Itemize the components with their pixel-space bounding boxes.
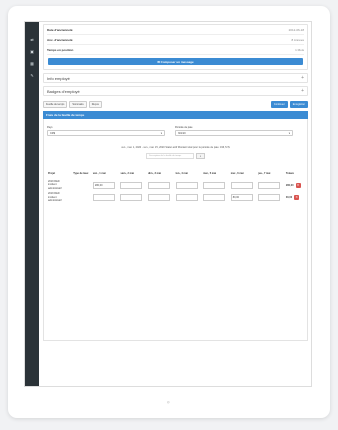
hours-input[interactable] [148, 181, 171, 189]
column-header: lun., 4 mai [175, 172, 188, 175]
timesheet-table: Projet Type de taux ven., 1 mai sam., 2 … [47, 171, 304, 203]
employee-info-card: Date d'ancienneté 2012-06-18 Anc. d'anci… [43, 24, 308, 70]
year-label: Pays [47, 126, 53, 129]
expand-plus-icon[interactable]: + [301, 75, 304, 81]
table-row: 2019 R&D incident administratif 80,00 30… [47, 191, 304, 203]
app-screen: ⇄ ▣ ▦ ✎ Date d'ancienneté 2012-06-18 Anc… [24, 21, 312, 387]
timesheet-toolbar: Feuille de temps Sommaire Reçus Continue… [43, 101, 308, 108]
column-header: mer., 6 mai [230, 172, 244, 175]
hours-input[interactable] [175, 193, 198, 201]
period-label: Période de paie [175, 126, 193, 129]
hours-input[interactable] [258, 193, 281, 201]
hours-input[interactable]: 80,00 [230, 193, 253, 201]
close-icon: ✕ [295, 195, 298, 200]
compose-message-button[interactable]: ✉ Composer un message [48, 58, 303, 65]
delete-row-button[interactable]: ✕ [295, 182, 301, 188]
wrench-icon[interactable]: ✎ [30, 74, 33, 78]
info-value: 1 Mois [295, 47, 304, 52]
close-icon: ✕ [296, 183, 300, 188]
info-label: Anc. d'ancienneté [47, 37, 73, 42]
timesheet-body: Pays CR$ ▾ Période de paie 301/20 ▾ ven.… [43, 119, 308, 341]
hours-input[interactable] [92, 193, 115, 201]
calendar-icon[interactable]: ▦ [30, 62, 34, 66]
column-header: Totaux [285, 172, 294, 175]
column-header: ven., 1 mai [92, 172, 106, 175]
hours-input[interactable] [175, 181, 198, 189]
status-text: ven., mai. 1, 2020 - ven., mai. 15, 2020… [121, 146, 230, 149]
panel-title: Info employé [47, 75, 70, 81]
main-content: Date d'ancienneté 2012-06-18 Anc. d'anci… [39, 22, 311, 386]
chevron-down-icon: ▾ [160, 131, 162, 135]
hours-input[interactable] [148, 193, 171, 201]
hours-input[interactable]: 280,00 [92, 181, 115, 189]
timesheet-header: Frais de la feuille de temps [43, 111, 308, 119]
home-button-icon: ◎ [167, 400, 170, 404]
lock-icon[interactable]: ▣ [30, 50, 34, 54]
column-header: Projet [48, 172, 56, 175]
column-header: jeu., 7 mai [258, 172, 271, 175]
hours-input[interactable] [203, 181, 226, 189]
chevron-down-icon: ▾ [288, 131, 290, 135]
receipts-tab-button[interactable]: Reçus [88, 101, 102, 108]
panel-title: Badges d'employé [47, 88, 80, 94]
period-value: 301/20 [178, 131, 186, 135]
column-header: sam., 2 mai [120, 172, 134, 175]
info-value: 2012-06-18 [288, 27, 304, 32]
continue-button[interactable]: Continuer [270, 101, 288, 108]
column-header: dim., 3 mai [148, 172, 161, 175]
info-label: Date d'ancienneté [47, 27, 73, 32]
row-total: 280,00 [285, 183, 294, 187]
info-value: 8 Années [291, 37, 304, 42]
hours-input[interactable] [120, 193, 143, 201]
year-value: CR$ [50, 131, 56, 135]
timesheet-tab-button[interactable]: Feuille de temps [43, 101, 68, 108]
column-header: Type de taux [73, 172, 89, 175]
info-row: Anc. d'ancienneté 8 Années [47, 35, 304, 45]
sidebar: ⇄ ▣ ▦ ✎ [25, 22, 39, 386]
save-button[interactable]: Enregistrer [289, 101, 308, 108]
info-label: Temps en position [47, 47, 74, 52]
save-description-button[interactable]: ▪ [196, 153, 205, 159]
hours-input[interactable] [230, 181, 253, 189]
delete-row-button[interactable]: ✕ [294, 194, 300, 200]
description-input[interactable]: Description de la feuille de temps [146, 153, 194, 159]
hours-input[interactable] [120, 181, 143, 189]
summary-tab-button[interactable]: Sommaire [69, 101, 87, 108]
row-total: 30,00 [285, 195, 293, 199]
hours-input[interactable] [258, 181, 281, 189]
period-select[interactable]: 301/20 ▾ [175, 130, 293, 136]
expand-plus-icon[interactable]: + [301, 88, 304, 94]
project-name: 2019 R&D incident administratif [48, 192, 62, 203]
year-select[interactable]: CR$ ▾ [47, 130, 165, 136]
hours-input[interactable] [203, 193, 226, 201]
disk-icon: ▪ [199, 154, 202, 158]
badges-panel[interactable]: Badges d'employé + [43, 86, 308, 96]
info-employe-panel[interactable]: Info employé + [43, 73, 308, 83]
table-row: 2019 R&D incident administratif 280,00 2… [47, 179, 304, 191]
share-icon[interactable]: ⇄ [30, 38, 33, 42]
project-name: 2019 R&D incident administratif [48, 180, 62, 190]
info-row: Temps en position 1 Mois [47, 45, 304, 55]
info-row: Date d'ancienneté 2012-06-18 [47, 25, 304, 35]
column-header: mar., 5 mai [203, 172, 217, 175]
